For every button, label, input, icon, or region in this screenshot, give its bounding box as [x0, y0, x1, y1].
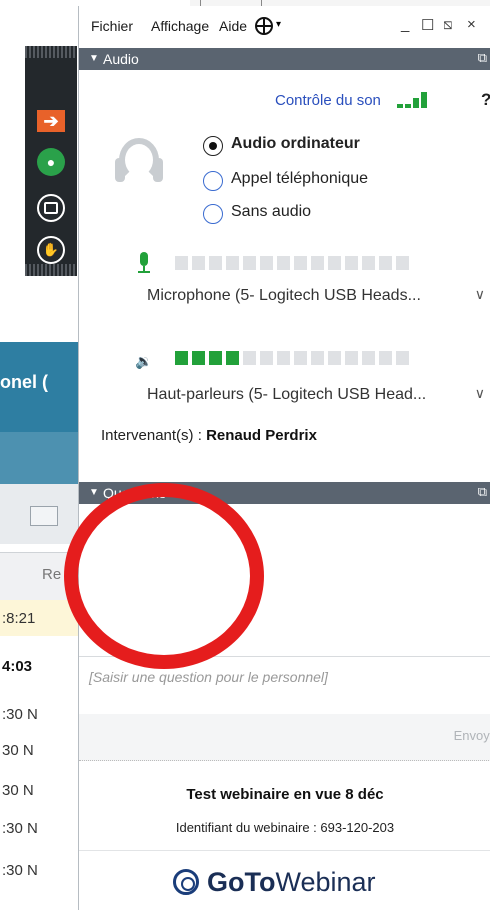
list-item[interactable]: 30 N: [0, 772, 78, 808]
radio-phone-call-label[interactable]: Appel téléphonique: [231, 170, 368, 188]
radio-audio-computer[interactable]: [203, 136, 223, 156]
microphone-icon[interactable]: ●: [37, 148, 65, 176]
speaker-level-segment: [175, 351, 188, 365]
send-button[interactable]: Envoye: [454, 728, 490, 743]
logo-goto-text: GoTo: [207, 866, 276, 897]
microphone-level-meter: [175, 256, 409, 270]
chevron-down-icon[interactable]: ▾: [276, 19, 281, 30]
gotowebinar-logo-icon: [173, 869, 199, 895]
microphone-level-segment: [362, 256, 375, 270]
toolbar-grip-top: [25, 46, 77, 58]
maximize-button[interactable]: ☐: [421, 16, 434, 34]
microphone-level-segment: [328, 256, 341, 270]
presenter-name: Renaud Perdrix: [206, 427, 317, 444]
collapse-triangle-icon[interactable]: ▼: [89, 487, 99, 498]
microphone-level-segment: [226, 256, 239, 270]
window-icon[interactable]: [37, 194, 65, 222]
speaker-select-value: Haut-parleurs (5- Logitech USB Head...: [147, 386, 427, 403]
globe-icon[interactable]: [255, 17, 273, 35]
audio-section-header[interactable]: ▼ Audio ⧉: [79, 48, 490, 70]
hand-icon[interactable]: ✋: [37, 236, 65, 264]
microphone-level-segment: [311, 256, 324, 270]
menu-aide[interactable]: Aide: [219, 18, 247, 34]
microphone-level-segment: [243, 256, 256, 270]
background-tab-label: Re: [42, 566, 62, 583]
logo-webinar-text: Webinar: [275, 866, 376, 897]
menu-affichage[interactable]: Affichage: [151, 18, 209, 34]
headset-icon: [115, 136, 165, 194]
annotation-circle: [64, 483, 264, 669]
speaker-level-segment: [345, 351, 358, 365]
menu-fichier[interactable]: Fichier: [91, 18, 133, 34]
radio-no-audio-label[interactable]: Sans audio: [231, 203, 311, 221]
toolbar-grip-bottom: [25, 264, 77, 276]
left-toolbar: ➔ ● ✋: [25, 46, 77, 276]
chevron-down-icon[interactable]: ∨: [475, 286, 485, 303]
speaker-level-segment: [362, 351, 375, 365]
popout-icon[interactable]: ⧉: [478, 484, 487, 500]
speaker-level-segment: [396, 351, 409, 365]
minimize-button[interactable]: _: [401, 16, 409, 33]
speaker-level-segment: [260, 351, 273, 365]
speaker-level-segment: [226, 351, 239, 365]
radio-no-audio[interactable]: [203, 204, 223, 224]
list-item[interactable]: 4:03: [0, 648, 78, 684]
background-banner-lower: [0, 432, 78, 484]
arrow-right-icon[interactable]: ➔: [37, 110, 65, 132]
presenters-label: Intervenant(s) :: [101, 427, 202, 444]
collapse-triangle-icon[interactable]: ▼: [89, 53, 99, 64]
microphone-icon: [137, 252, 151, 274]
chevron-down-icon[interactable]: ∨: [475, 385, 485, 402]
speaker-level-segment: [243, 351, 256, 365]
popout-icon[interactable]: ⧉: [478, 50, 487, 66]
microphone-level-segment: [294, 256, 307, 270]
microphone-level-segment: [209, 256, 222, 270]
list-item[interactable]: :30 N: [0, 810, 78, 846]
restore-button[interactable]: ⧅: [443, 16, 453, 33]
microphone-level-segment: [379, 256, 392, 270]
envelope-icon[interactable]: [30, 506, 58, 526]
list-item[interactable]: :30 N: [0, 852, 78, 888]
list-item[interactable]: :30 N: [0, 696, 78, 732]
list-item[interactable]: 30 N: [0, 732, 78, 768]
sound-control-link[interactable]: Contrôle du son: [275, 92, 381, 109]
microphone-level-segment: [175, 256, 188, 270]
microphone-level-segment: [192, 256, 205, 270]
speaker-level-segment: [192, 351, 205, 365]
speaker-level-segment: [379, 351, 392, 365]
help-icon[interactable]: ?: [481, 90, 490, 110]
microphone-level-segment: [345, 256, 358, 270]
webinar-id: Identifiant du webinaire : 693-120-203: [175, 820, 395, 835]
close-button[interactable]: ×: [467, 16, 476, 33]
microphone-level-segment: [277, 256, 290, 270]
background-banner-text: onel (: [0, 372, 48, 392]
speaker-level-segment: [311, 351, 324, 365]
send-bar: Envoye: [79, 714, 490, 761]
list-item[interactable]: :8:21: [0, 600, 78, 636]
radio-phone-call[interactable]: [203, 171, 223, 191]
control-panel-window: Fichier Affichage Aide ▾ _ ☐ ⧅ × ▼ Audio…: [78, 6, 490, 910]
question-input-placeholder: [Saisir une question pour le personnel]: [89, 669, 328, 685]
gotowebinar-logo: GoTo Webinar: [173, 864, 376, 900]
microphone-level-segment: [396, 256, 409, 270]
microphone-select[interactable]: Microphone (5- Logitech USB Heads... ∨: [131, 282, 490, 312]
speaker-level-segment: [209, 351, 222, 365]
microphone-select-value: Microphone (5- Logitech USB Heads...: [147, 287, 421, 304]
speaker-level-segment: [277, 351, 290, 365]
radio-audio-computer-label[interactable]: Audio ordinateur: [231, 135, 360, 153]
speaker-level-segment: [294, 351, 307, 365]
speaker-icon: 🔉: [135, 353, 153, 369]
speaker-select[interactable]: Haut-parleurs (5- Logitech USB Head... ∨: [131, 381, 490, 411]
speaker-level-segment: [328, 351, 341, 365]
webinar-title: Test webinaire en vue 8 déc: [186, 786, 384, 803]
presenters-line: Intervenant(s) : Renaud Perdrix: [101, 427, 317, 444]
menu-bar: Fichier Affichage Aide ▾ _ ☐ ⧅ ×: [79, 6, 490, 46]
audio-section-title: Audio: [103, 51, 139, 67]
microphone-level-segment: [260, 256, 273, 270]
speaker-level-meter: [175, 351, 409, 365]
footer-divider: [79, 850, 490, 851]
